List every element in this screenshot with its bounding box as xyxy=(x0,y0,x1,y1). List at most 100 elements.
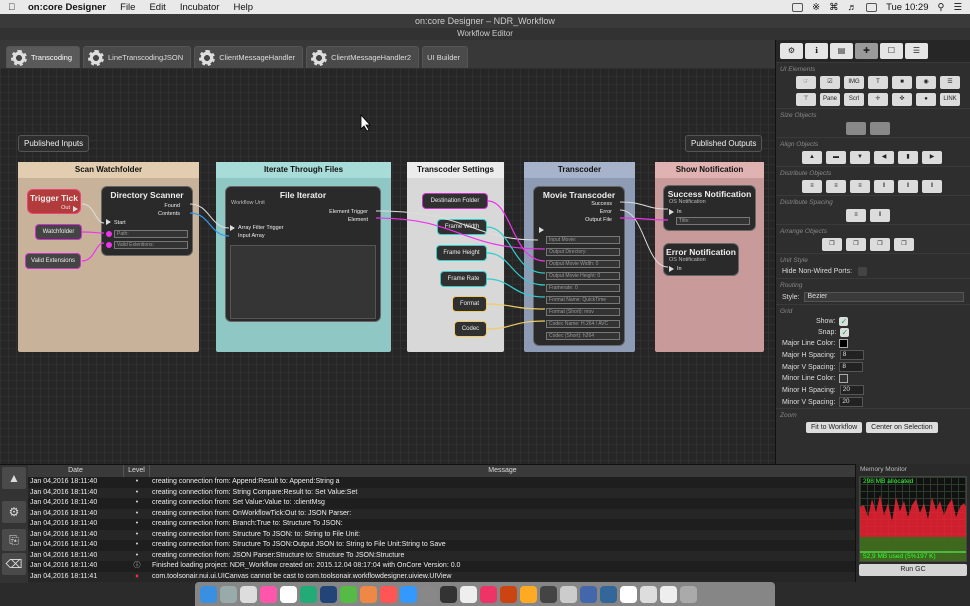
slider-tool-icon[interactable]: ● xyxy=(916,93,936,106)
style-select[interactable]: Bezier xyxy=(803,292,964,302)
trash-icon[interactable]: ⌫ xyxy=(2,553,26,575)
tab-line-transcoding-json[interactable]: LineTranscodingJSON xyxy=(83,46,192,68)
crosshair-tool-icon[interactable]: ✜ xyxy=(892,93,912,106)
chart-icon[interactable]: ▲ xyxy=(2,467,26,489)
volume-icon[interactable]: ♬ xyxy=(848,2,858,13)
settings-icon[interactable]: ⚙ xyxy=(2,501,26,523)
tab-transcoding[interactable]: Transcoding xyxy=(6,46,80,68)
trash-icon[interactable] xyxy=(680,585,697,603)
pointer-tool-icon[interactable]: ☞ xyxy=(796,76,816,89)
snap-checkbox[interactable]: ✓ xyxy=(840,328,850,337)
text-tool-icon[interactable]: T xyxy=(868,76,888,89)
distribute-right-icon[interactable]: ‖ xyxy=(922,180,942,193)
distribute-top-icon[interactable]: ≡ xyxy=(802,180,822,193)
settings-icon[interactable]: ⚙ xyxy=(780,43,803,59)
distribute-hcenter-icon[interactable]: ‖ xyxy=(898,180,918,193)
log-row[interactable]: Jan 04,2016 18:11:40 • creating connection… xyxy=(28,529,855,540)
utility-icon[interactable] xyxy=(580,585,597,603)
bluetooth-icon[interactable]: ※ xyxy=(812,2,820,13)
align-top-icon[interactable]: ▲ xyxy=(802,151,822,164)
export-icon[interactable]: ⎘ xyxy=(2,529,26,551)
search-icon[interactable]: ⚲ xyxy=(938,2,945,13)
minor-v-input[interactable]: 20 xyxy=(839,397,864,407)
log-row[interactable]: Jan 04,2016 18:11:40 • creating connection… xyxy=(28,519,855,530)
column-message[interactable]: Message xyxy=(150,465,855,477)
show-checkbox[interactable]: ✓ xyxy=(839,317,849,326)
radio-tool-icon[interactable]: ◉ xyxy=(916,76,936,89)
bring-forward-icon[interactable]: ❐ xyxy=(846,238,866,251)
align-right-icon[interactable]: ▶ xyxy=(922,151,942,164)
center-on-selection-button[interactable]: Center on Selection xyxy=(866,422,938,433)
list-tool-icon[interactable]: ☰ xyxy=(940,76,960,89)
checkbox-tool-icon[interactable]: ☑ xyxy=(820,76,840,89)
move-tool-icon[interactable]: ✛ xyxy=(868,93,888,106)
display-icon[interactable] xyxy=(792,2,804,12)
workflow-canvas[interactable]: Published Inputs Published Outputs Scan … xyxy=(0,68,775,464)
major-h-input[interactable]: 8 xyxy=(839,350,864,360)
fit-to-workflow-button[interactable]: Fit to Workflow xyxy=(806,422,863,433)
music-icon[interactable] xyxy=(480,585,497,603)
word-icon[interactable] xyxy=(320,585,337,603)
ibooks-icon[interactable] xyxy=(360,585,377,603)
clock-text[interactable]: Tue 10:29 xyxy=(886,2,928,13)
tab-client-message-handler-2[interactable]: ClientMessageHandler2 xyxy=(306,46,420,68)
tab-client-message-handler[interactable]: ClientMessageHandler xyxy=(194,46,304,68)
log-row[interactable]: Jan 04,2016 18:11:40 • creating connection… xyxy=(28,550,855,561)
send-back-icon[interactable]: ❐ xyxy=(894,238,914,251)
major-line-color-swatch[interactable] xyxy=(839,339,849,348)
folder-icon[interactable]: ☐ xyxy=(880,43,903,59)
scroll-tool-icon[interactable]: Scrl xyxy=(844,93,864,106)
filezilla-icon[interactable] xyxy=(500,585,517,603)
facetime-icon[interactable] xyxy=(340,585,357,603)
align-left-icon[interactable]: ◀ xyxy=(874,151,894,164)
document-icon[interactable] xyxy=(640,585,657,603)
calendar-icon[interactable] xyxy=(280,585,297,603)
distribute-vcenter-icon[interactable]: ≡ xyxy=(826,180,846,193)
oncore-icon[interactable] xyxy=(540,585,557,603)
layout-tools-icon[interactable]: ✚ xyxy=(855,43,878,59)
spacing-vertical-icon[interactable]: ≡ xyxy=(846,209,866,222)
menu-incubator[interactable]: Incubator xyxy=(180,2,220,13)
maps-icon[interactable] xyxy=(300,585,317,603)
folder-icon[interactable] xyxy=(660,585,677,603)
finder-icon[interactable] xyxy=(200,585,217,603)
log-row[interactable]: Jan 04,2016 18:11:40 ⓘ Finished loading pr… xyxy=(28,561,855,572)
bring-front-icon[interactable]: ❐ xyxy=(822,238,842,251)
align-middle-icon[interactable]: ▬ xyxy=(826,151,846,164)
menu-file[interactable]: File xyxy=(120,2,135,13)
size-height-icon[interactable] xyxy=(870,122,890,135)
distribute-bottom-icon[interactable]: ≡ xyxy=(850,180,870,193)
log-table-body[interactable]: Jan 04,2016 18:11:40 • creating connection… xyxy=(28,477,855,583)
info-icon[interactable]: ℹ xyxy=(805,43,828,59)
send-backward-icon[interactable]: ❐ xyxy=(870,238,890,251)
image-tool-icon[interactable]: IMG xyxy=(844,76,864,89)
align-bottom-icon[interactable]: ▼ xyxy=(850,151,870,164)
wifi-icon[interactable]: ⌘ xyxy=(829,2,839,13)
log-row[interactable]: Jan 04,2016 18:11:40 • creating connection… xyxy=(28,498,855,509)
spacing-horizontal-icon[interactable]: ‖ xyxy=(870,209,890,222)
pane-tool-icon[interactable]: Pane xyxy=(820,93,840,106)
text-editor-icon[interactable] xyxy=(620,585,637,603)
illustrator-icon[interactable] xyxy=(520,585,537,603)
launchpad-icon[interactable] xyxy=(220,585,237,603)
safari-icon[interactable] xyxy=(240,585,257,603)
major-v-input[interactable]: 8 xyxy=(839,362,864,372)
tab-ui-builder[interactable]: UI Builder xyxy=(422,46,469,68)
menu-app-name[interactable]: on:core Designer xyxy=(28,2,106,13)
log-row[interactable]: Jan 04,2016 18:11:41 ♦ com.toolsonair.nui.… xyxy=(28,571,855,582)
log-row[interactable]: Jan 04,2016 18:11:40 • creating connection… xyxy=(28,477,855,488)
run-gc-button[interactable]: Run GC xyxy=(859,564,967,576)
battery-icon[interactable] xyxy=(866,2,878,12)
preview-icon[interactable] xyxy=(460,585,477,603)
distribute-left-icon[interactable]: ‖ xyxy=(874,180,894,193)
app-store-icon[interactable] xyxy=(400,585,417,603)
hide-non-wired-checkbox[interactable] xyxy=(858,267,868,276)
column-level[interactable]: Level xyxy=(124,465,150,477)
system-preferences-icon[interactable] xyxy=(420,585,437,603)
itunes-icon[interactable] xyxy=(380,585,397,603)
link-tool-icon[interactable]: LINK xyxy=(940,93,960,106)
minor-h-input[interactable]: 20 xyxy=(839,385,864,395)
textfield-tool-icon[interactable]: ⊤ xyxy=(796,93,816,106)
menu-edit[interactable]: Edit xyxy=(149,2,165,13)
align-center-icon[interactable]: ▮ xyxy=(898,151,918,164)
